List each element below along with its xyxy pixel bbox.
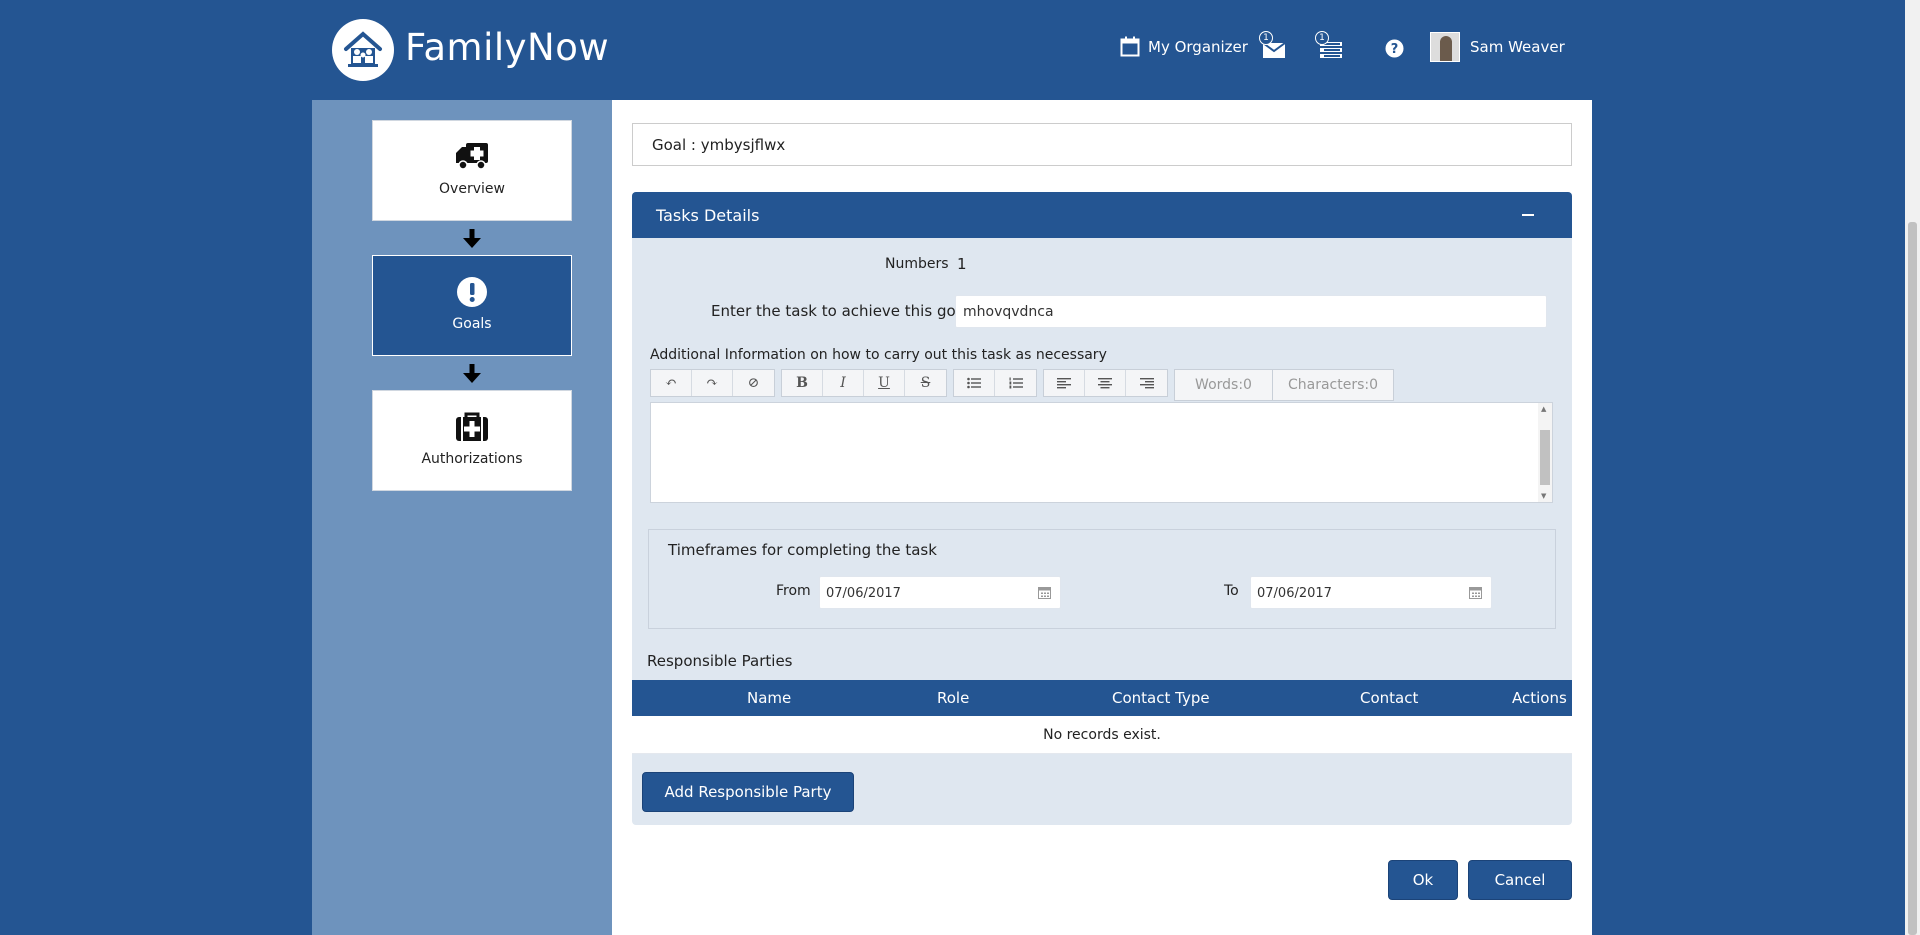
timeframes-title: Timeframes for completing the task (668, 541, 937, 559)
column-header-role[interactable]: Role (937, 689, 969, 707)
user-name: Sam Weaver (1470, 38, 1565, 56)
step-goals-label: Goals (452, 316, 492, 332)
arrow-down-icon (463, 364, 481, 383)
tasks-badge: 1 (1315, 31, 1329, 45)
app-title: FamilyNow (405, 26, 610, 69)
exclamation-circle-icon (457, 277, 487, 307)
add-responsible-party-button[interactable]: Add Responsible Party (642, 772, 854, 812)
additional-info-editor[interactable]: ▲ ▼ (650, 402, 1553, 503)
additional-info-label: Additional Information on how to carry o… (650, 347, 1107, 363)
italic-icon[interactable]: I (823, 370, 864, 396)
empty-table-row: No records exist. (632, 716, 1572, 754)
ok-button[interactable]: Ok (1388, 860, 1458, 900)
timeframes-section: Timeframes for completing the task From … (648, 529, 1556, 629)
task-label-text: Enter the task to achieve this goal (711, 302, 969, 320)
house-family-icon (344, 31, 382, 67)
to-label: To (1224, 583, 1239, 599)
messages-badge: 1 (1259, 31, 1273, 45)
to-date-input[interactable]: 07/06/2017 (1250, 576, 1492, 609)
responsible-parties-title: Responsible Parties (647, 652, 793, 670)
step-overview[interactable]: Overview (372, 120, 572, 221)
cancel-button[interactable]: Cancel (1468, 860, 1572, 900)
wizard-sidebar (312, 100, 612, 935)
step-overview-label: Overview (439, 181, 505, 197)
calendar-icon[interactable] (1038, 586, 1051, 599)
table-header: Name Role Contact Type Contact Actions (632, 680, 1572, 716)
word-counter: Words:0 (1174, 369, 1273, 401)
column-header-contact-type[interactable]: Contact Type (1112, 689, 1210, 707)
editor-toolbar: ↶ ↷ ⊘ B I U S Words:0 Characters:0 (650, 369, 1394, 401)
tasks-details-header[interactable]: Tasks Details (632, 192, 1572, 238)
avatar (1430, 32, 1460, 62)
page-scrollbar[interactable] (1905, 0, 1920, 935)
help-button[interactable]: ? (1385, 39, 1404, 62)
my-organizer-label: My Organizer (1148, 37, 1248, 56)
editor-scrollbar[interactable]: ▲ ▼ (1538, 403, 1552, 502)
align-right-icon[interactable] (1126, 370, 1167, 396)
arrow-down-icon (463, 229, 481, 248)
medkit-icon (456, 412, 488, 441)
collapse-icon[interactable] (1522, 214, 1534, 216)
undo-icon[interactable]: ↶ (651, 370, 692, 396)
from-label: From (776, 583, 811, 599)
ambulance-icon (456, 143, 488, 170)
column-header-actions: Actions (1512, 689, 1567, 707)
question-circle-icon: ? (1385, 39, 1404, 58)
tasks-details-panel: Tasks Details Numbers 1 Enter the task t… (632, 192, 1572, 825)
numbered-list-icon[interactable] (995, 370, 1036, 396)
app-header: FamilyNow My Organizer 1 1 ? Sam Weaver (0, 0, 1920, 100)
numbers-value: 1 (957, 255, 967, 273)
step-goals[interactable]: Goals (372, 255, 572, 356)
calendar-icon (1120, 36, 1140, 57)
goal-title: Goal : ymbysjflwx (632, 123, 1572, 166)
tasks-details-title: Tasks Details (656, 206, 760, 225)
page-scrollbar-thumb[interactable] (1908, 222, 1917, 935)
from-date-value: 07/06/2017 (826, 586, 901, 601)
task-input[interactable]: mhovqvdnca (955, 295, 1547, 328)
underline-icon[interactable]: U (864, 370, 905, 396)
redo-icon[interactable]: ↷ (692, 370, 733, 396)
svg-text:?: ? (1391, 42, 1399, 57)
step-authorizations[interactable]: Authorizations (372, 390, 572, 491)
column-header-name[interactable]: Name (747, 689, 791, 707)
column-header-contact[interactable]: Contact (1360, 689, 1418, 707)
task-label: Enter the task to achieve this goal* (711, 302, 977, 320)
from-date-input[interactable]: 07/06/2017 (819, 576, 1061, 609)
user-menu[interactable]: Sam Weaver (1430, 32, 1565, 62)
my-organizer-link[interactable]: My Organizer (1120, 36, 1248, 57)
numbers-label: Numbers (885, 256, 949, 272)
align-center-icon[interactable] (1085, 370, 1126, 396)
character-counter: Characters:0 (1273, 369, 1394, 401)
tasks-button[interactable]: 1 (1315, 31, 1344, 64)
messages-button[interactable]: 1 (1259, 31, 1286, 64)
align-left-icon[interactable] (1044, 370, 1085, 396)
responsible-parties-table: Name Role Contact Type Contact Actions N… (632, 680, 1572, 754)
clear-format-icon[interactable]: ⊘ (733, 370, 774, 396)
bullet-list-icon[interactable] (954, 370, 995, 396)
familynow-logo[interactable] (332, 19, 394, 81)
step-authorizations-label: Authorizations (421, 451, 523, 467)
bold-icon[interactable]: B (782, 370, 823, 396)
to-date-value: 07/06/2017 (1257, 586, 1332, 601)
strikethrough-icon[interactable]: S (905, 370, 946, 396)
calendar-icon[interactable] (1469, 586, 1482, 599)
